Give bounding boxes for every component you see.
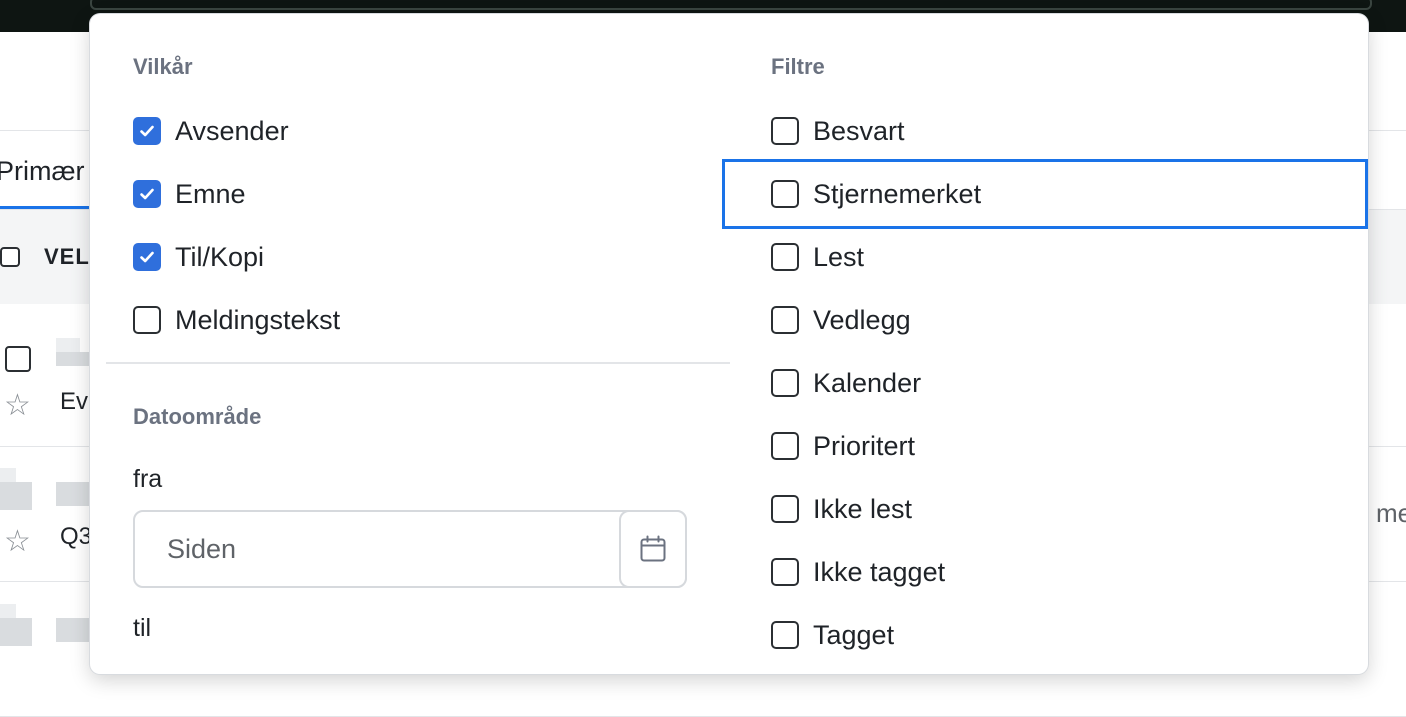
filter-replied[interactable]: Besvart	[771, 109, 905, 153]
filters-title: Filtre	[771, 54, 825, 79]
condition-sender[interactable]: Avsender	[133, 109, 289, 153]
avatar-redacted	[56, 338, 80, 352]
checkbox-unchecked[interactable]	[771, 180, 799, 208]
checkbox-unchecked[interactable]	[771, 369, 799, 397]
filter-label: Kalender	[813, 367, 922, 398]
filter-calendar[interactable]: Kalender	[771, 361, 921, 405]
tab-active-indicator	[0, 206, 92, 209]
checkbox-checked[interactable]	[133, 117, 161, 145]
message-subject: Q3	[60, 523, 93, 550]
tab-primary[interactable]: Primær	[0, 156, 85, 187]
filter-tagged[interactable]: Tagget	[771, 613, 894, 657]
checkbox-unchecked[interactable]	[771, 306, 799, 334]
filter-unread[interactable]: Ikke lest	[771, 487, 912, 531]
avatar-redacted	[0, 482, 32, 510]
checkbox-unchecked[interactable]	[771, 495, 799, 523]
filter-label: Ikke lest	[813, 493, 913, 524]
date-to-label: til	[133, 614, 152, 642]
search-bar-edge[interactable]	[90, 0, 1372, 10]
filter-read[interactable]: Lest	[771, 235, 864, 279]
sender-redacted	[56, 618, 92, 642]
checkbox-unchecked[interactable]	[771, 243, 799, 271]
filter-label: Lest	[813, 241, 865, 272]
date-picker-button[interactable]	[619, 510, 687, 588]
condition-to-cc[interactable]: Til/Kopi	[133, 235, 264, 279]
check-icon	[140, 251, 154, 263]
filter-untagged[interactable]: Ikke tagget	[771, 550, 945, 594]
filter-label: Vedlegg	[813, 304, 911, 335]
calendar-icon	[640, 535, 666, 562]
condition-label: Meldingstekst	[175, 304, 341, 335]
sender-redacted	[56, 482, 92, 506]
filter-label: Prioritert	[813, 430, 916, 461]
date-range-title: Datoområde	[133, 404, 262, 429]
section-divider	[106, 362, 730, 364]
filter-starred[interactable]: Stjernemerket	[771, 172, 981, 216]
message-preview-text: me	[1376, 498, 1406, 528]
condition-label: Til/Kopi	[175, 241, 265, 272]
checkbox-unchecked[interactable]	[771, 621, 799, 649]
search-options-panel: Vilkår Avsender Emne Til/Kopi Meldingste…	[90, 14, 1368, 674]
filter-label: Stjernemerket	[813, 178, 982, 209]
condition-message-body[interactable]: Meldingstekst	[133, 298, 340, 342]
check-icon	[140, 125, 154, 137]
avatar-redacted	[0, 468, 16, 482]
filter-priority[interactable]: Prioritert	[771, 424, 915, 468]
condition-subject[interactable]: Emne	[133, 172, 246, 216]
checkbox-checked[interactable]	[133, 243, 161, 271]
checkbox-checked[interactable]	[133, 180, 161, 208]
checkbox-unchecked[interactable]	[771, 432, 799, 460]
checkbox-unchecked[interactable]	[771, 558, 799, 586]
condition-label: Avsender	[175, 115, 289, 146]
star-outline-icon[interactable]: ☆	[4, 527, 31, 557]
filter-attachment[interactable]: Vedlegg	[771, 298, 911, 342]
checkbox-unchecked[interactable]	[771, 117, 799, 145]
check-icon	[140, 188, 154, 200]
star-outline-icon[interactable]: ☆	[4, 391, 31, 421]
date-from-input[interactable]	[135, 512, 621, 586]
filter-label: Besvart	[813, 115, 905, 146]
date-from-label: fra	[133, 465, 163, 493]
select-all-checkbox[interactable]	[0, 247, 20, 267]
message-subject: Ev	[60, 388, 89, 415]
select-all-label: VEL	[44, 244, 90, 269]
avatar-redacted	[0, 604, 16, 618]
sender-redacted	[56, 352, 92, 366]
checkbox-unchecked[interactable]	[133, 306, 161, 334]
avatar-redacted	[0, 618, 32, 646]
conditions-title: Vilkår	[133, 54, 193, 79]
message-row-checkbox[interactable]	[5, 346, 31, 372]
date-from-field	[133, 510, 687, 588]
condition-label: Emne	[175, 178, 246, 209]
filter-label: Ikke tagget	[813, 556, 946, 587]
